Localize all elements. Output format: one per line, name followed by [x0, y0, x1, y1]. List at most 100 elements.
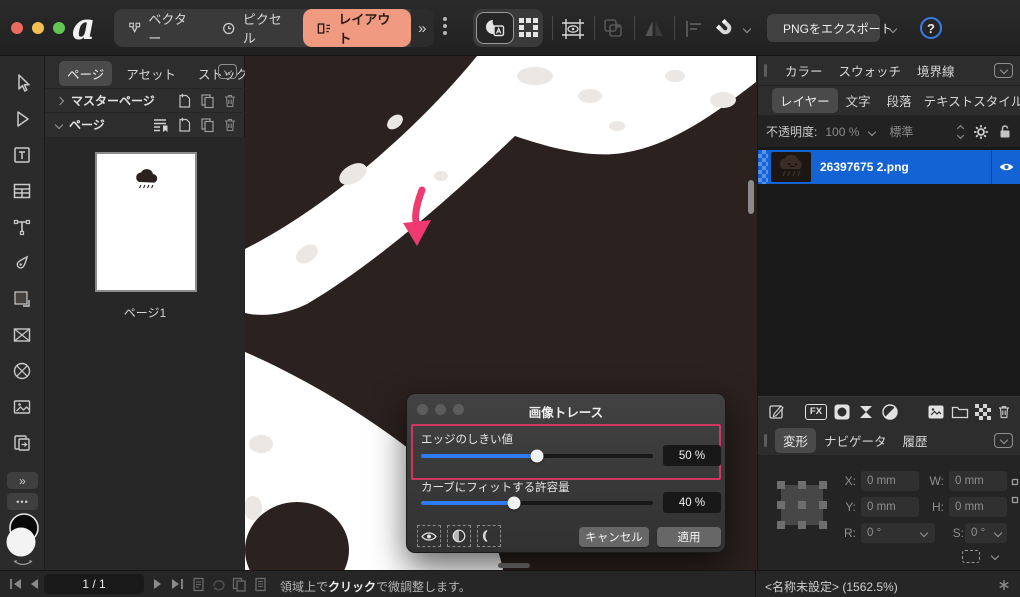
- tab-assets[interactable]: アセット: [118, 61, 184, 86]
- slider-thumb[interactable]: [507, 497, 520, 510]
- zoom-window-button[interactable]: [53, 22, 65, 34]
- shear-field[interactable]: 0 °: [965, 523, 1007, 543]
- tab-navigator[interactable]: ナビゲータ: [816, 428, 895, 453]
- lock-icon[interactable]: [999, 124, 1011, 139]
- pen-tool[interactable]: [0, 248, 44, 278]
- ellipse-picture-frame-tool[interactable]: [0, 356, 44, 386]
- panel-drag-handle[interactable]: [764, 434, 767, 447]
- convert-object-button[interactable]: [602, 17, 626, 41]
- y-field[interactable]: 0 mm: [861, 497, 919, 517]
- trace-threshold-toggle[interactable]: [447, 525, 471, 547]
- alignment-button[interactable]: [682, 17, 706, 41]
- tab-transform[interactable]: 変形: [775, 428, 816, 453]
- more-tools-button[interactable]: •••: [7, 493, 38, 510]
- previous-page-button[interactable]: [28, 577, 40, 591]
- anchor-point-selector[interactable]: [776, 480, 828, 530]
- expand-tools-button[interactable]: »: [7, 472, 38, 489]
- page-view-icon[interactable]: [192, 577, 205, 592]
- first-page-button[interactable]: [8, 577, 23, 591]
- toolbar-more-menu[interactable]: [443, 17, 447, 35]
- delete-master-icon[interactable]: [223, 93, 237, 109]
- tab-layers[interactable]: レイヤー: [772, 88, 838, 113]
- artistic-text-tool[interactable]: [0, 212, 44, 242]
- page1-thumbnail[interactable]: [95, 152, 197, 292]
- opacity-value[interactable]: 100 %: [825, 125, 859, 139]
- w-field[interactable]: 0 mm: [949, 471, 1007, 491]
- minimize-window-button[interactable]: [32, 22, 44, 34]
- live-filter-icon[interactable]: [881, 403, 899, 421]
- new-layer-icon[interactable]: [975, 404, 991, 420]
- layer-visibility-toggle[interactable]: [991, 150, 1020, 184]
- snapping-button[interactable]: [714, 17, 738, 41]
- preview-mode-button[interactable]: [476, 12, 514, 44]
- pages-section-row[interactable]: ページ: [45, 112, 245, 136]
- edge-threshold-value[interactable]: 50 %: [663, 445, 721, 466]
- adjustment-icon[interactable]: [857, 403, 875, 421]
- layer-row-selected[interactable]: 26397675 2.png: [758, 150, 1020, 184]
- delete-layer-icon[interactable]: [997, 404, 1011, 420]
- rotation-field[interactable]: 0 °: [861, 523, 935, 543]
- tab-character[interactable]: 文字: [838, 88, 879, 113]
- selection-box-dropdown-chevron[interactable]: [991, 552, 999, 560]
- persona-layout[interactable]: レイアウト: [303, 9, 410, 47]
- master-pages-section-row[interactable]: マスターページ: [45, 88, 245, 112]
- edge-threshold-slider[interactable]: [421, 449, 653, 462]
- transform-panel-options[interactable]: [994, 433, 1013, 448]
- tab-paragraph[interactable]: 段落: [879, 88, 920, 113]
- curve-fit-slider[interactable]: [421, 496, 653, 509]
- duplicate-master-icon[interactable]: [200, 93, 215, 109]
- persona-overflow-button[interactable]: »: [411, 9, 434, 47]
- fill-stroke-selector[interactable]: [2, 512, 44, 566]
- trace-outline-toggle[interactable]: [477, 525, 501, 547]
- tab-color[interactable]: カラー: [777, 58, 831, 83]
- opacity-dropdown-chevron[interactable]: [868, 127, 876, 135]
- last-page-button[interactable]: [170, 577, 185, 591]
- slider-thumb[interactable]: [531, 450, 544, 463]
- tab-swatches[interactable]: スウォッチ: [831, 58, 910, 83]
- appearance-panel-options[interactable]: [994, 63, 1013, 78]
- flip-button[interactable]: [642, 17, 666, 41]
- link-dimensions-icon[interactable]: [1011, 478, 1019, 504]
- curve-fit-value[interactable]: 40 %: [663, 492, 721, 513]
- tab-stroke[interactable]: 境界線: [909, 58, 963, 83]
- add-master-page-icon[interactable]: [177, 93, 192, 109]
- apply-button[interactable]: 適用: [657, 527, 721, 547]
- mask-icon[interactable]: [833, 403, 851, 421]
- new-image-layer-icon[interactable]: [927, 404, 945, 420]
- node-tool[interactable]: [0, 104, 44, 134]
- edit-layer-icon[interactable]: [768, 403, 785, 420]
- persona-pixel[interactable]: ピクセル: [208, 9, 303, 47]
- cancel-button[interactable]: キャンセル: [579, 527, 649, 547]
- tab-history[interactable]: 履歴: [895, 428, 936, 453]
- frame-text-tool[interactable]: [0, 140, 44, 170]
- tab-text-styles[interactable]: テキストスタイル: [920, 88, 1020, 113]
- panel-options-button[interactable]: [218, 64, 237, 79]
- duplicate-spread-icon[interactable]: [232, 577, 247, 592]
- close-window-button[interactable]: [11, 22, 23, 34]
- duplicate-page-icon[interactable]: [200, 117, 215, 133]
- next-page-button[interactable]: [152, 577, 164, 591]
- apply-master-icon[interactable]: [152, 117, 169, 133]
- table-tool[interactable]: [0, 176, 44, 206]
- snapping-dropdown-chevron[interactable]: [743, 25, 751, 33]
- gear-icon[interactable]: [973, 124, 989, 140]
- tab-pages[interactable]: ページ: [59, 61, 112, 86]
- place-image-tool[interactable]: [0, 392, 44, 422]
- grid-view-button[interactable]: [518, 17, 539, 38]
- page-list-icon[interactable]: [254, 577, 267, 592]
- selection-box-mode-icon[interactable]: [962, 550, 980, 563]
- rectangle-tool[interactable]: [0, 284, 44, 314]
- blend-mode-stepper[interactable]: [958, 126, 963, 138]
- canvas-vertical-scrollbar[interactable]: [748, 180, 754, 214]
- panel-drag-handle[interactable]: [764, 64, 767, 77]
- layer-thumbnail[interactable]: [771, 152, 811, 182]
- blend-mode-value[interactable]: 標準: [889, 123, 913, 140]
- layers-list[interactable]: 26397675 2.png: [758, 148, 1020, 396]
- trace-preview-toggle[interactable]: [417, 525, 441, 547]
- pages-tool[interactable]: [0, 428, 44, 458]
- add-page-icon[interactable]: [177, 117, 192, 133]
- new-group-icon[interactable]: [951, 404, 969, 419]
- rect-picture-frame-tool[interactable]: [0, 320, 44, 350]
- export-shortcut-button[interactable]: PNGをエクスポート: [767, 14, 880, 42]
- delete-page-icon[interactable]: [223, 117, 237, 133]
